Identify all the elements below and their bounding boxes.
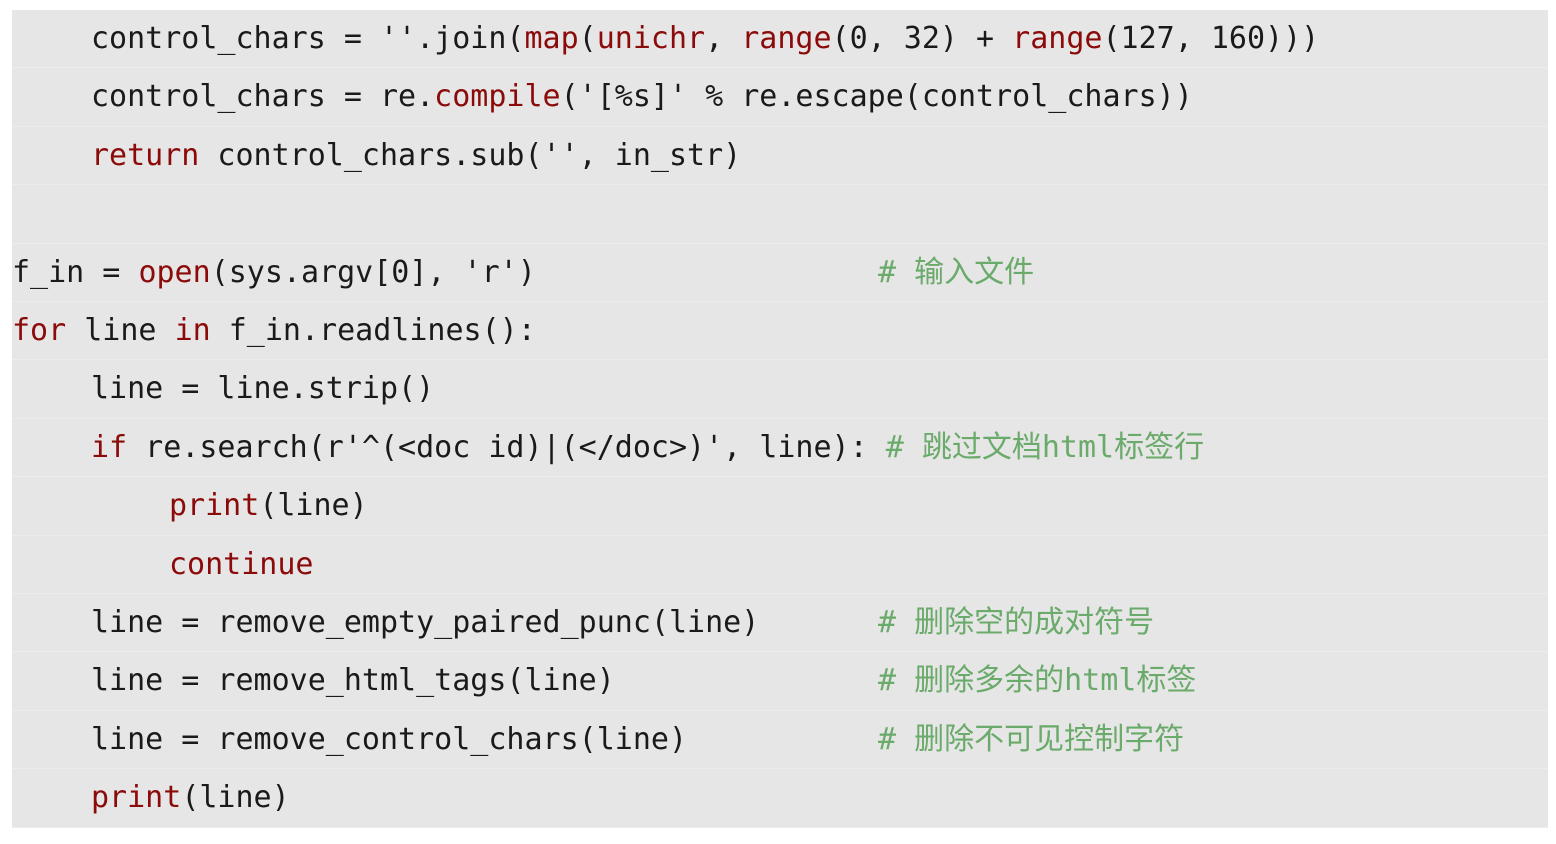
code-line: return control_chars.sub('', in_str) bbox=[12, 127, 1548, 186]
code-token: line = remove_html_tags(line) bbox=[91, 663, 615, 699]
code-keyword: continue bbox=[169, 546, 314, 582]
code-line: if re.search(r'^(<doc id)|(</doc>)', lin… bbox=[12, 419, 1548, 478]
code-token: control_chars.sub('', in_str) bbox=[199, 137, 742, 173]
code-keyword: if bbox=[91, 429, 128, 465]
code-token: f_in.readlines(): bbox=[210, 313, 536, 348]
code-line: line = remove_empty_paired_punc(line) # 删… bbox=[12, 594, 1548, 653]
code-keyword: return bbox=[91, 137, 200, 173]
code-line: control_chars = re.compile('[%s]' % re.e… bbox=[12, 68, 1548, 127]
code-token: (0, 32) + bbox=[831, 21, 1013, 56]
code-token: ('[%s]' % re.escape(control_chars)) bbox=[560, 79, 1193, 115]
code-token: line bbox=[66, 313, 175, 348]
code-line: line = remove_html_tags(line) # 删除多余的html… bbox=[12, 652, 1548, 711]
code-keyword: unichr bbox=[596, 21, 706, 56]
code-keyword: map bbox=[524, 21, 579, 56]
code-token: (line) bbox=[181, 780, 290, 816]
code-token: f_in = bbox=[12, 254, 139, 290]
code-line: control_chars = ''.join(map(unichr, rang… bbox=[12, 10, 1548, 69]
code-block: control_chars = ''.join(map(unichr, rang… bbox=[12, 10, 1548, 828]
code-comment: # 删除不可见控制字符 bbox=[878, 721, 1185, 757]
code-keyword: print bbox=[91, 780, 182, 816]
code-token: control_chars = ''.join( bbox=[91, 21, 525, 56]
code-comment: # 跳过文档html标签行 bbox=[885, 429, 1205, 465]
code-token: (sys.argv[0], 'r') bbox=[210, 254, 536, 290]
code-keyword: range bbox=[741, 21, 832, 56]
code-token: (line) bbox=[259, 488, 368, 524]
code-keyword: range bbox=[1012, 21, 1103, 56]
code-line: f_in = open(sys.argv[0], 'r') # 输入文件 bbox=[12, 244, 1548, 302]
code-line: for line in f_in.readlines(): bbox=[12, 302, 1548, 361]
code-line bbox=[12, 185, 1548, 244]
code-comment: # 删除多余的html标签 bbox=[878, 663, 1197, 699]
code-line: print(line) bbox=[12, 769, 1548, 828]
code-token: (127, 160))) bbox=[1102, 21, 1320, 56]
code-keyword: open bbox=[138, 254, 211, 290]
code-token: re.search(r'^(<doc id)|(</doc>)', line): bbox=[127, 429, 886, 465]
code-token: control_chars = re. bbox=[91, 79, 435, 115]
code-line: line = remove_control_chars(line) # 删除不可见… bbox=[12, 711, 1548, 770]
code-keyword: for bbox=[12, 313, 67, 348]
code-line: continue bbox=[12, 536, 1548, 594]
code-comment: # 删除空的成对符号 bbox=[878, 605, 1155, 640]
code-token: ( bbox=[578, 21, 597, 56]
code-token: line = remove_control_chars(line) bbox=[91, 721, 688, 757]
code-comment: # 输入文件 bbox=[878, 254, 1035, 290]
code-keyword: in bbox=[174, 313, 211, 348]
code-line: print(line) bbox=[12, 477, 1548, 536]
code-keyword: compile bbox=[434, 79, 561, 115]
code-token: line = remove_empty_paired_punc(line) bbox=[91, 605, 760, 640]
code-token: line = line.strip() bbox=[91, 371, 435, 407]
code-line: line = line.strip() bbox=[12, 360, 1548, 419]
code-token: , bbox=[705, 21, 742, 56]
code-keyword: print bbox=[169, 488, 260, 524]
